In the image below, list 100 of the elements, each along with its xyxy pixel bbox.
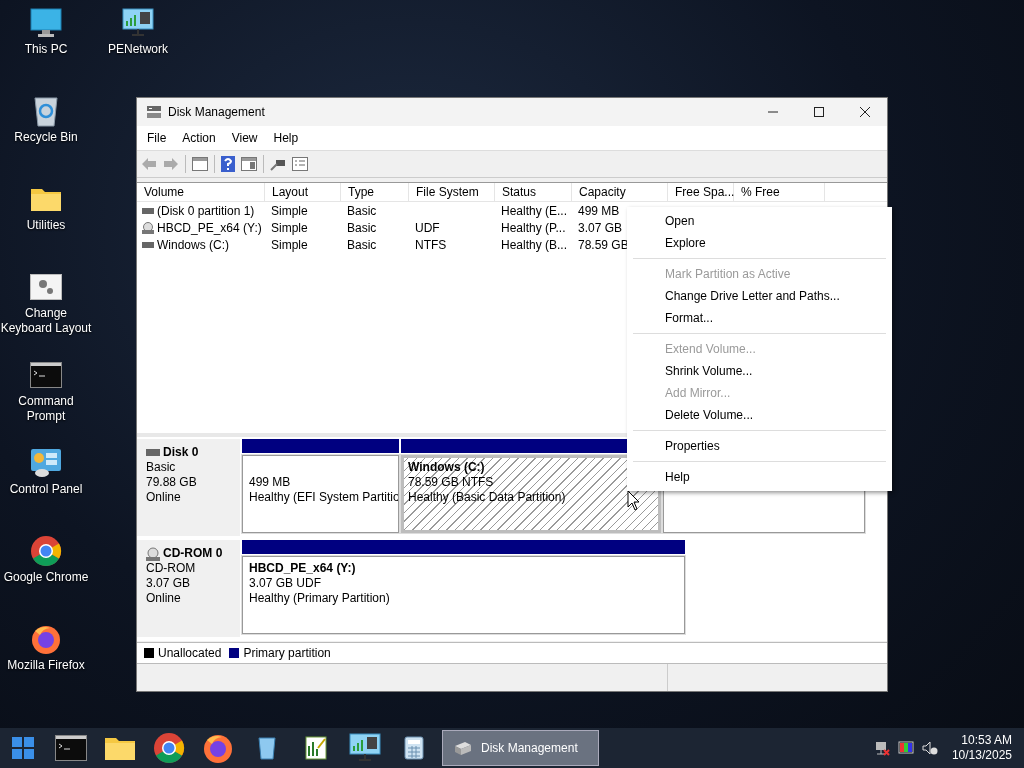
partition-title: Windows (C:) <box>408 460 485 475</box>
legend-label: Primary partition <box>243 646 331 660</box>
partition-status: Healthy (Primary Partition) <box>249 591 390 606</box>
partition-title: HBCD_PE_x64 (Y:) <box>249 561 356 576</box>
recycle-bin-icon <box>33 95 59 127</box>
legend-label: Unallocated <box>158 646 222 660</box>
disk-name: CD-ROM 0 <box>163 546 223 561</box>
column-header[interactable]: Status <box>495 183 572 201</box>
disk-size: 79.88 GB <box>146 475 198 490</box>
context-menu-item[interactable]: Properties <box>627 435 892 457</box>
fox-globe-icon <box>30 623 62 655</box>
column-header[interactable]: Type <box>341 183 409 201</box>
folder-icon <box>30 186 62 212</box>
disk-size: 3.07 GB <box>146 576 192 591</box>
table-cell: Basic <box>347 237 377 252</box>
network-monitor-icon <box>348 733 381 763</box>
context-menu-item[interactable]: Explore <box>627 232 892 254</box>
desktop-icon-label[interactable]: Recycle Bin <box>14 130 78 145</box>
column-header[interactable]: File System <box>409 183 495 201</box>
cd-drive-icon <box>142 221 154 234</box>
panel-icon[interactable] <box>241 157 257 171</box>
partition-size: 3.07 GB UDF <box>249 576 322 591</box>
desktop-icon-label[interactable]: Mozilla Firefox <box>7 658 85 673</box>
context-menu-item[interactable]: Format... <box>627 307 892 329</box>
table-cell: Windows (C:) <box>157 237 229 252</box>
table-cell: Basic <box>347 203 377 218</box>
column-header[interactable]: % Free <box>734 183 825 201</box>
disk-drive-icon <box>142 241 154 248</box>
partition-size: 78.59 GB NTFS <box>408 475 494 490</box>
table-cell: Healthy (B... <box>501 237 568 252</box>
menu-item[interactable]: Help <box>265 131 307 145</box>
partition-box[interactable]: Windows (C:) 78.59 GB NTFS Healthy (Basic Data Partition) <box>401 455 661 533</box>
table-cell: Simple <box>271 237 308 252</box>
menu-item[interactable]: View <box>223 131 266 145</box>
table-cell: Simple <box>271 203 308 218</box>
table-cell: Healthy (P... <box>501 220 566 235</box>
browser-icon <box>30 535 62 567</box>
context-menu-item[interactable]: Change Drive Letter and Paths... <box>627 285 892 307</box>
partition-box[interactable]: HBCD_PE_x64 (Y:) 3.07 GB UDF Healthy (Primary Partition) <box>242 556 685 634</box>
network-monitor-icon <box>122 8 154 38</box>
disk-drive-icon <box>146 449 160 456</box>
panel-icon[interactable] <box>192 157 208 171</box>
table-cell: Basic <box>347 220 377 235</box>
table-cell: UDF <box>415 220 440 235</box>
help-icon[interactable] <box>221 156 235 172</box>
desktop-icon-label[interactable]: Google Chrome <box>3 570 89 585</box>
terminal-icon <box>54 735 87 761</box>
list-icon[interactable] <box>292 157 308 171</box>
magnifier-icon[interactable] <box>270 157 286 171</box>
close-icon[interactable] <box>859 106 871 118</box>
calculator-icon <box>403 736 424 760</box>
disk-name: Disk 0 <box>163 445 199 460</box>
fox-globe-icon <box>201 732 234 764</box>
cd-drive-icon <box>146 546 160 561</box>
browser-icon <box>152 732 185 764</box>
network-error-icon[interactable] <box>873 740 890 756</box>
chart-icon <box>304 736 327 760</box>
menu-item[interactable]: Action <box>174 131 224 145</box>
table-cell: 3.07 GB <box>578 220 623 235</box>
desktop-icon-label[interactable]: PENetwork <box>108 42 168 57</box>
terminal-icon <box>30 362 62 388</box>
taskbar-window-button[interactable]: Disk Management <box>442 730 599 766</box>
start-icon[interactable] <box>12 737 34 759</box>
desktop-icon-label[interactable]: Utilities <box>26 218 66 233</box>
table-cell: NTFS <box>415 237 447 252</box>
disk-type: Basic <box>146 460 177 475</box>
window-title: Disk Management <box>168 105 265 119</box>
folder-icon <box>103 735 136 761</box>
color-display-icon[interactable] <box>897 740 914 756</box>
desktop-icon-label[interactable]: Change Keyboard Layout <box>0 306 92 336</box>
column-header[interactable]: Layout <box>265 183 341 201</box>
column-header[interactable]: Capacity <box>572 183 668 201</box>
table-cell: 499 MB <box>578 203 620 218</box>
desktop-icon-label[interactable]: Command Prompt <box>0 394 92 424</box>
table-cell: (Disk 0 partition 1) <box>157 203 255 218</box>
menu-item[interactable]: File <box>139 131 175 145</box>
clock-time[interactable]: 10:53 AM <box>961 733 1012 748</box>
monitor-icon <box>30 8 62 38</box>
clock-date[interactable]: 10/13/2025 <box>951 748 1012 763</box>
desktop-icon-label[interactable]: This PC <box>24 42 68 57</box>
disk-status: Online <box>146 591 182 606</box>
disk-drive-icon <box>453 740 473 756</box>
context-menu-item[interactable]: Shrink Volume... <box>627 360 892 382</box>
disk-type: CD-ROM <box>146 561 197 576</box>
context-menu-item[interactable]: Delete Volume... <box>627 404 892 426</box>
disk-status: Online <box>146 490 182 505</box>
partition-status: Healthy (Basic Data Partition) <box>408 490 566 505</box>
speaker-muted-icon[interactable] <box>921 740 938 756</box>
table-cell: Simple <box>271 220 308 235</box>
control-panel-icon <box>30 448 62 478</box>
partition-size: 499 MB <box>249 475 291 490</box>
context-menu-item[interactable]: Open <box>627 210 892 232</box>
table-cell: HBCD_PE_x64 (Y:) <box>157 220 262 235</box>
column-header[interactable]: Free Spa... <box>668 183 734 201</box>
maximize-icon[interactable] <box>813 106 825 118</box>
table-cell: Healthy (E... <box>501 203 568 218</box>
disk-drive-icon <box>146 105 162 119</box>
column-header[interactable]: Volume <box>137 183 265 201</box>
desktop-icon-label[interactable]: Control Panel <box>9 482 83 497</box>
disk-drive-icon <box>142 207 154 214</box>
